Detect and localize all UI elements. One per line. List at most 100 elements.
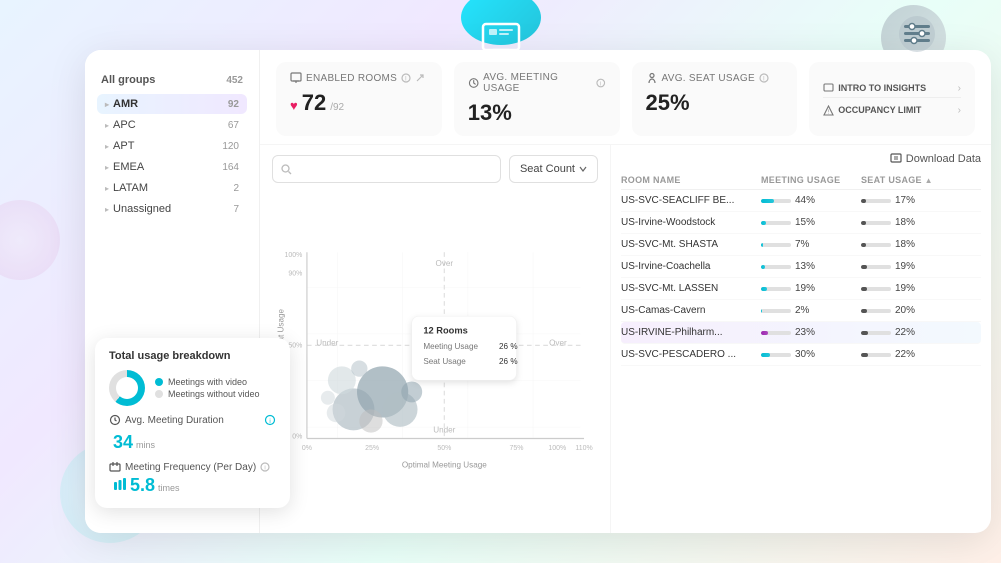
col-room-name: ROOM NAME <box>621 175 761 185</box>
svg-text:12 Rooms: 12 Rooms <box>423 326 467 336</box>
freq-unit: times <box>158 483 180 493</box>
seat-bar-fill <box>861 353 868 357</box>
meeting-pct: 2% <box>795 305 809 316</box>
legend-dot-no-video <box>155 390 163 398</box>
external-link-icon[interactable] <box>415 73 425 83</box>
main-content: Seat Count <box>260 145 991 533</box>
meeting-bar <box>761 265 791 269</box>
sidebar-group-emea[interactable]: ▸ EMEA 164 <box>97 157 247 177</box>
table-row[interactable]: US-SVC-Mt. LASSEN 19% 19% <box>621 278 981 300</box>
meeting-pct: 7% <box>795 239 809 250</box>
seat-bar-fill <box>861 331 868 335</box>
group-count: 92 <box>228 99 239 110</box>
room-name: US-Irvine-Coachella <box>621 261 761 272</box>
seat-usage-cell: 19% <box>861 283 961 294</box>
meeting-pct: 15% <box>795 217 815 228</box>
insight-intro[interactable]: INTRO TO INSIGHTS › <box>823 80 961 98</box>
seat-pct: 18% <box>895 217 915 228</box>
frequency-icon <box>109 461 121 473</box>
svg-text:i: i <box>265 466 266 472</box>
decorative-blob-mid <box>0 200 60 280</box>
clock-icon <box>109 414 121 426</box>
table-row[interactable]: US-IRVINE-Philharm... 23% 22% <box>621 322 981 344</box>
all-groups-header[interactable]: All groups 452 <box>97 70 247 90</box>
svg-text:110%: 110% <box>575 445 592 452</box>
sidebar-group-apc[interactable]: ▸ APC 67 <box>97 115 247 135</box>
table-header: ROOM NAME MEETING USAGE SEAT USAGE ▲ <box>621 173 981 190</box>
sidebar-group-amr[interactable]: ▸ AMR 92 <box>97 94 247 114</box>
enabled-rooms-total: /92 <box>330 102 344 113</box>
group-count: 7 <box>233 204 239 215</box>
sidebar-group-unassigned[interactable]: ▸ Unassigned 7 <box>97 199 247 219</box>
sidebar-groups-list: ▸ AMR 92 ▸ APC 67 ▸ APT 120 ▸ EMEA 164 ▸… <box>97 94 247 219</box>
svg-text:Under: Under <box>316 338 338 347</box>
usage-breakdown-title: Total usage breakdown <box>109 350 276 362</box>
avg-duration-value: 34 <box>113 432 133 453</box>
svg-text:i: i <box>763 77 765 83</box>
insight-occupancy-label: OCCUPANCY LIMIT <box>838 105 921 115</box>
sidebar-group-apt[interactable]: ▸ APT 120 <box>97 136 247 156</box>
meeting-usage-cell: 7% <box>761 239 861 250</box>
meeting-bar <box>761 331 791 335</box>
stat-avg-seat-usage: Avg. Seat Usage i 25% <box>632 62 798 136</box>
search-box[interactable] <box>272 155 501 183</box>
top-monitor-icon <box>479 20 523 63</box>
chart-toolbar: Seat Count <box>272 155 598 183</box>
meeting-bar-fill <box>761 199 774 203</box>
meeting-bar-fill <box>761 353 770 357</box>
sort-icon: ▲ <box>925 176 933 185</box>
content-area: Enabled Rooms i ♥ 72 /92 Avg. Meeting Us… <box>260 50 991 533</box>
svg-text:26 %: 26 % <box>499 357 518 366</box>
svg-text:50%: 50% <box>437 445 451 452</box>
seat-usage-cell: 18% <box>861 217 961 228</box>
expand-arrow: ▸ <box>105 205 109 214</box>
svg-text:!: ! <box>828 109 829 115</box>
group-name-label: Unassigned <box>113 203 171 215</box>
table-row[interactable]: US-SVC-Mt. SHASTA 7% 18% <box>621 234 981 256</box>
meeting-pct: 30% <box>795 349 815 360</box>
table-row[interactable]: US-Irvine-Coachella 13% 19% <box>621 256 981 278</box>
seat-bar-fill <box>861 309 867 313</box>
sidebar-group-latam[interactable]: ▸ LATAM 2 <box>97 178 247 198</box>
chevron-right-icon: › <box>958 83 961 94</box>
svg-text:0%: 0% <box>292 434 302 441</box>
table-row[interactable]: US-SVC-PESCADERO ... 30% 22% <box>621 344 981 366</box>
insight-intro-label: INTRO TO INSIGHTS <box>838 83 926 93</box>
download-label: Download Data <box>906 153 981 165</box>
donut-chart <box>109 370 145 406</box>
freq-label: Meeting Frequency (Per Day) i <box>109 461 270 473</box>
seat-usage-cell: 17% <box>861 195 961 206</box>
table-row[interactable]: US-Irvine-Woodstock 15% 18% <box>621 212 981 234</box>
stats-row: Enabled Rooms i ♥ 72 /92 Avg. Meeting Us… <box>260 50 991 145</box>
info-icon-rooms: i <box>401 73 411 83</box>
meeting-bar-fill <box>761 309 762 313</box>
seat-bar <box>861 199 891 203</box>
group-count: 2 <box>233 183 239 194</box>
group-count: 164 <box>222 162 239 173</box>
insight-occupancy[interactable]: ! OCCUPANCY LIMIT › <box>823 102 961 119</box>
meeting-usage-cell: 30% <box>761 349 861 360</box>
info-icon-duration: i <box>264 414 276 426</box>
seat-pct: 18% <box>895 239 915 250</box>
table-row[interactable]: US-Camas-Cavern 2% 20% <box>621 300 981 322</box>
room-name: US-Camas-Cavern <box>621 305 761 316</box>
chevron-right-icon-2: › <box>958 105 961 116</box>
enabled-rooms-value: 72 <box>302 90 326 116</box>
seat-count-button[interactable]: Seat Count <box>509 155 598 183</box>
heart-icon: ♥ <box>290 98 298 113</box>
seat-bar-fill <box>861 243 866 247</box>
svg-text:i: i <box>269 419 270 425</box>
seat-bar <box>861 221 891 225</box>
all-groups-label: All groups <box>101 74 155 86</box>
seat-bar <box>861 265 891 269</box>
expand-arrow: ▸ <box>105 100 109 109</box>
table-row[interactable]: US-SVC-SEACLIFF BE... 44% 17% <box>621 190 981 212</box>
stat-insights: INTRO TO INSIGHTS › ! OCCUPANCY LIMIT › <box>809 62 975 136</box>
group-name-label: AMR <box>113 98 138 110</box>
download-icon <box>890 153 902 165</box>
download-data-button[interactable]: Download Data <box>890 153 981 165</box>
group-count: 120 <box>222 141 239 152</box>
avg-duration-unit: mins <box>136 440 155 450</box>
meeting-pct: 44% <box>795 195 815 206</box>
col-seat-usage: SEAT USAGE ▲ <box>861 175 961 185</box>
